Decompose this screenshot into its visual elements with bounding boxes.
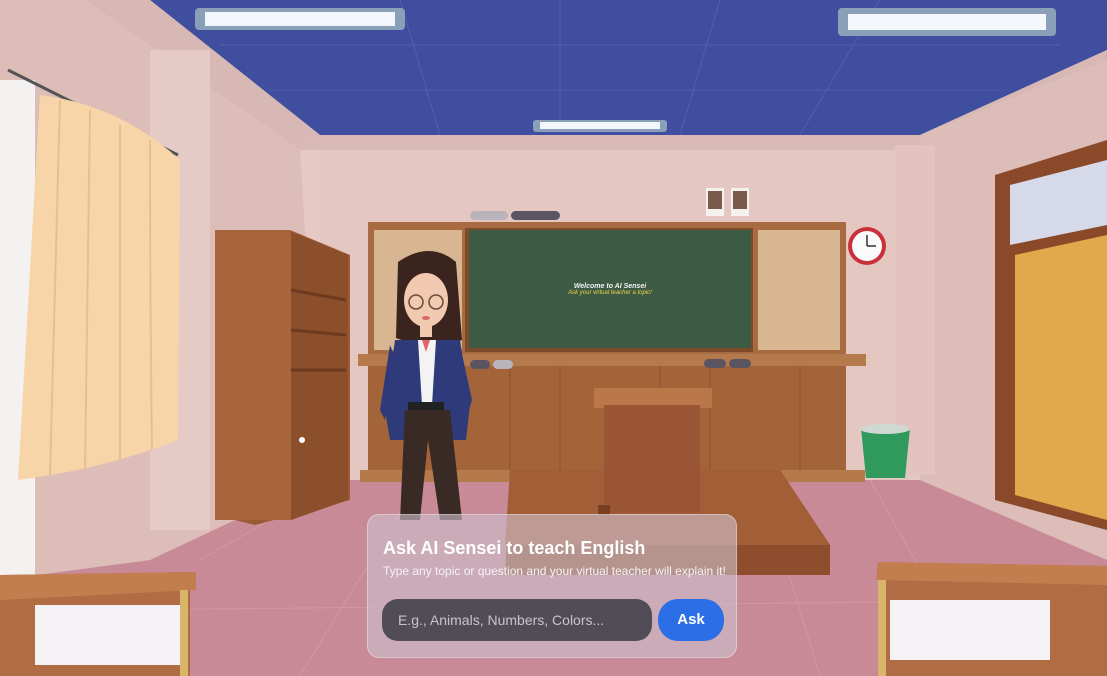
cork-board-right <box>758 230 840 350</box>
board-control-pill[interactable] <box>493 360 513 369</box>
chalkboard-subtitle: Ask your virtual teacher a topic! <box>568 289 652 296</box>
board-control-pill[interactable] <box>470 211 508 220</box>
curtain <box>18 95 180 480</box>
board-control-pill[interactable] <box>729 359 751 368</box>
board-control-pill[interactable] <box>470 360 490 369</box>
ask-panel-title: Ask AI Sensei to teach English <box>383 538 646 558</box>
topic-input[interactable]: E.g., Animals, Numbers, Colors... <box>382 599 652 641</box>
board-control-pill[interactable] <box>511 211 560 220</box>
podium <box>604 405 700 513</box>
ask-panel: Ask AI Sensei to teach English Type any … <box>367 514 737 658</box>
board-control-pill[interactable] <box>704 359 726 368</box>
ask-panel-subtitle: Type any topic or question and your virt… <box>383 564 726 578</box>
ask-button[interactable]: Ask <box>658 599 724 641</box>
chalkboard-title: Welcome to AI Sensei <box>573 282 647 290</box>
chalkboard-message: Welcome to AI Sensei Ask your virtual te… <box>469 230 751 348</box>
trash-bin <box>861 428 910 478</box>
